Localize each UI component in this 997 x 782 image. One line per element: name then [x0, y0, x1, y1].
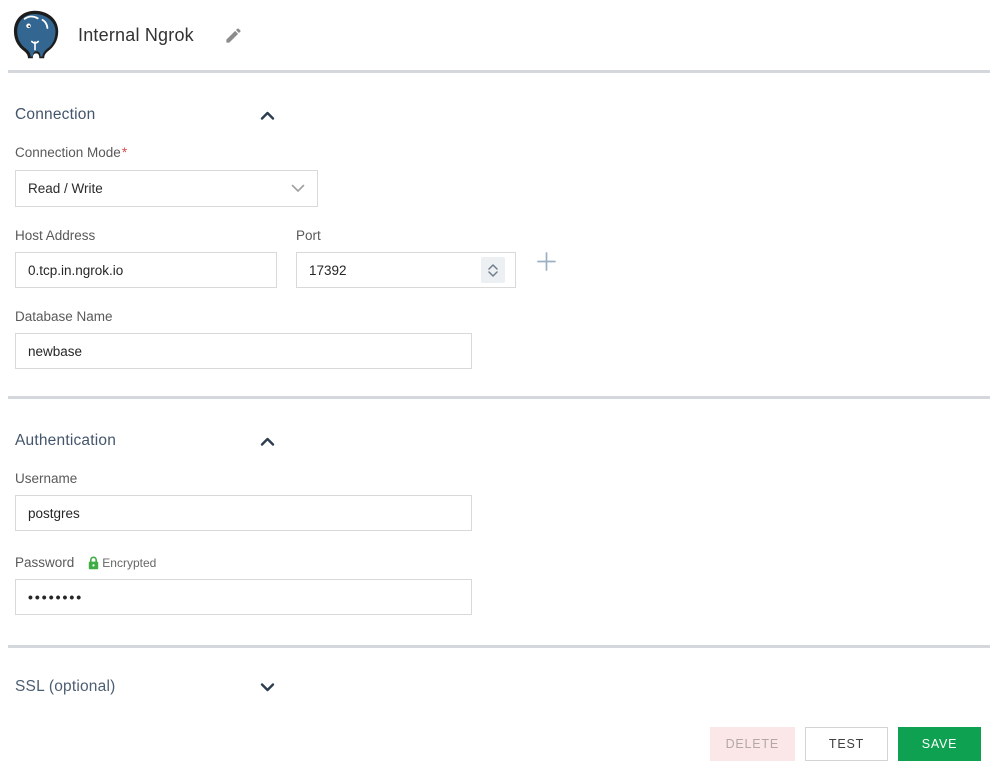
ssl-section-title: SSL (optional) [15, 678, 116, 695]
authentication-section-title: Authentication [15, 432, 117, 449]
header-divider [8, 70, 990, 73]
connection-section-header[interactable]: Connection [15, 106, 277, 124]
stepper-up-icon [488, 263, 498, 270]
username-label: Username [15, 471, 78, 486]
delete-button[interactable]: DELETE [709, 727, 795, 761]
password-label: Password [15, 555, 75, 570]
stepper-down-icon [488, 270, 498, 277]
lock-icon [89, 556, 99, 569]
chevron-down-icon [291, 180, 305, 198]
save-button[interactable]: SAVE [898, 727, 981, 761]
password-input[interactable] [15, 579, 472, 615]
required-asterisk: * [121, 145, 128, 160]
host-address-input[interactable] [15, 252, 277, 288]
password-label-row: Password Encrypted [15, 555, 997, 570]
test-button[interactable]: TEST [805, 727, 888, 761]
connection-mode-select[interactable]: Read / Write [15, 170, 318, 207]
connection-mode-label: Connection Mode * [15, 145, 128, 160]
postgresql-logo-icon [8, 8, 62, 62]
pencil-icon[interactable] [222, 24, 245, 47]
chevron-up-icon[interactable] [258, 108, 277, 123]
plus-icon [537, 252, 556, 271]
section-divider [8, 645, 990, 648]
chevron-up-icon[interactable] [258, 434, 277, 449]
connection-title: Internal Ngrok [78, 24, 194, 45]
add-host-button[interactable] [536, 251, 557, 272]
database-name-input[interactable] [15, 333, 472, 369]
username-input[interactable] [15, 495, 472, 531]
header: Internal Ngrok [0, 0, 997, 70]
footer-actions: DELETE TEST SAVE [0, 727, 997, 761]
ssl-section-header[interactable]: SSL (optional) [15, 678, 277, 696]
host-address-label: Host Address [15, 228, 96, 243]
section-divider [8, 396, 990, 399]
encrypted-badge: Encrypted [88, 556, 156, 570]
encrypted-badge-text: Encrypted [102, 555, 157, 570]
port-stepper[interactable] [481, 257, 505, 283]
connection-section-title: Connection [15, 106, 96, 123]
port-label: Port [296, 228, 321, 243]
authentication-section-header[interactable]: Authentication [15, 432, 277, 450]
database-name-label: Database Name [15, 309, 113, 324]
connection-mode-value: Read / Write [28, 181, 103, 196]
chevron-down-icon[interactable] [258, 680, 277, 695]
